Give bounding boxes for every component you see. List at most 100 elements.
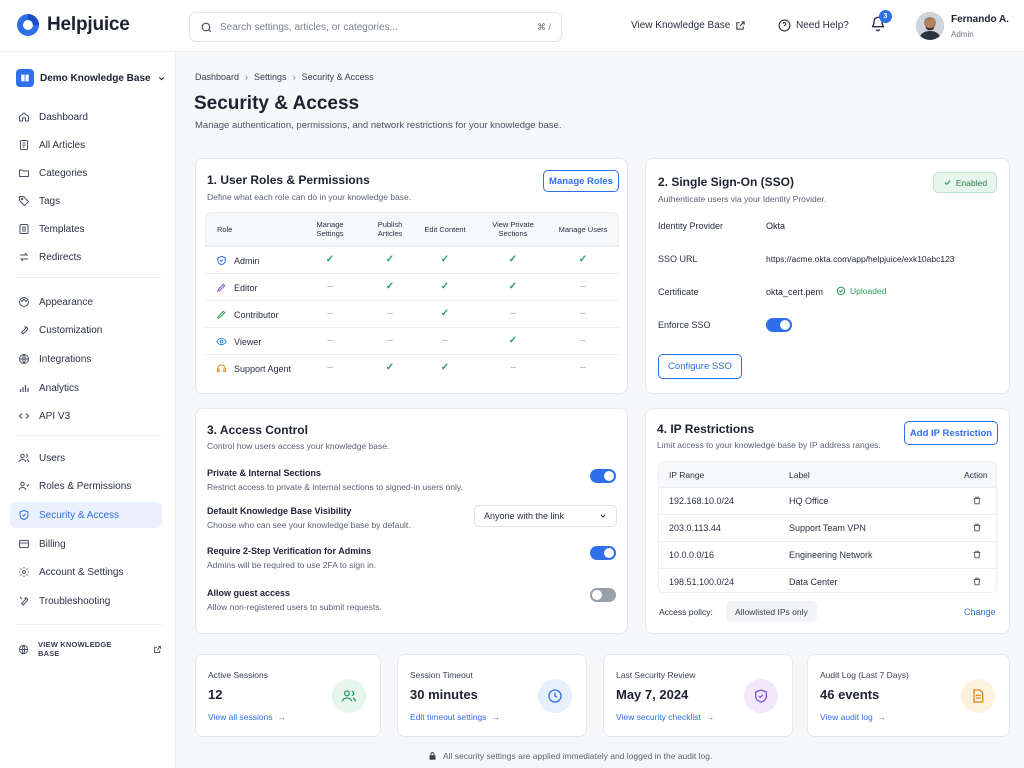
kb-selector[interactable]: Demo Knowledge Base	[16, 69, 166, 87]
analytics-icon	[18, 382, 30, 394]
view-security-checklist-link[interactable]: View security checklist →	[616, 712, 714, 722]
access-policy-label: Access policy:	[659, 607, 713, 617]
sidebar-item-redirects[interactable]: Redirects	[10, 244, 162, 270]
table-row: 198.51.100.0/24 Data Center	[659, 568, 996, 592]
breadcrumb: Dashboard › Settings › Security & Access	[195, 72, 374, 82]
view-knowledge-base-link[interactable]: View Knowledge Base	[631, 20, 746, 31]
configure-sso-button[interactable]: Configure SSO	[658, 354, 742, 379]
stat-label: Last Security Review	[616, 670, 696, 680]
view-audit-log-link[interactable]: View audit log →	[820, 712, 886, 722]
guest-access-desc: Allow non-registered users to submit req…	[207, 602, 382, 612]
ip-range: 10.0.0.0/16	[669, 550, 715, 560]
sidebar-item-label: Appearance	[39, 296, 93, 308]
add-ip-restriction-button[interactable]: Add IP Restriction	[904, 421, 998, 445]
table-row: 192.168.10.0/24 HQ Office	[659, 487, 996, 514]
sidebar-item-analytics[interactable]: Analytics	[10, 375, 162, 401]
sidebar-item-label: Troubleshooting	[39, 595, 111, 607]
manage-roles-button[interactable]: Manage Roles	[543, 170, 619, 192]
arrow-right-icon: →	[877, 712, 887, 722]
search-bar[interactable]: ⌘ /	[189, 12, 562, 42]
sidebar-item-label: All Articles	[39, 139, 86, 151]
arrow-right-icon: →	[705, 712, 715, 722]
user-avatar[interactable]	[916, 12, 944, 40]
enforce-sso-toggle[interactable]	[766, 318, 792, 332]
permission-mark: –	[387, 308, 393, 319]
lock-icon	[428, 751, 437, 761]
code-icon	[18, 410, 30, 422]
sidebar-item-templates[interactable]: Templates	[10, 216, 162, 242]
permission-mark: –	[327, 308, 333, 319]
helpjuice-logo-icon	[16, 13, 40, 37]
sidebar-item-account-settings[interactable]: Account & Settings	[10, 559, 162, 585]
ip-restrictions-card: 4. IP Restrictions Limit access to your …	[645, 408, 1010, 634]
col-manage-settings: Manage Settings	[316, 220, 344, 238]
notifications-button[interactable]: 3	[870, 10, 892, 32]
app-logo[interactable]: Helpjuice	[16, 13, 130, 37]
private-sections-desc: Restrict access to private & internal se…	[207, 482, 463, 492]
sidebar-item-customization[interactable]: Customization	[10, 317, 162, 343]
trash-icon[interactable]	[972, 576, 982, 587]
permission-mark: ✓	[578, 254, 588, 265]
sidebar-item-categories[interactable]: Categories	[10, 160, 162, 186]
trash-icon[interactable]	[972, 549, 982, 560]
private-sections-toggle[interactable]	[590, 469, 616, 483]
col-edit-content: Edit Content	[424, 225, 466, 234]
role-cell: Contributor	[216, 301, 279, 328]
twofa-title: Require 2-Step Verification for Admins	[207, 546, 372, 556]
sidebar-item-appearance[interactable]: Appearance	[10, 289, 162, 315]
sidebar-item-label: Tags	[39, 195, 61, 207]
sidebar-item-dashboard[interactable]: Dashboard	[10, 104, 162, 130]
stat-label: Audit Log (Last 7 Days)	[820, 670, 909, 680]
permission-mark: ✓	[385, 281, 395, 292]
sidebar-item-security-access[interactable]: Security & Access	[10, 502, 162, 528]
view-kb-label: View Knowledge Base	[631, 20, 731, 31]
stat-value: 30 minutes	[410, 687, 478, 702]
breadcrumb-dashboard[interactable]: Dashboard	[195, 72, 239, 82]
stat-last-security-review: Last Security Review May 7, 2024 View se…	[603, 654, 793, 737]
book-icon	[16, 69, 34, 87]
col-view-private-sections: View Private Sections	[492, 220, 534, 238]
guest-access-toggle[interactable]	[590, 588, 616, 602]
sidebar-item-api-v3[interactable]: API V3	[10, 403, 162, 429]
twofa-toggle[interactable]	[590, 546, 616, 560]
sidebar-divider	[16, 624, 162, 625]
sidebar-item-integrations[interactable]: Integrations	[10, 346, 162, 372]
permission-mark: –	[510, 308, 516, 319]
footer-note-text: All security settings are applied immedi…	[443, 751, 713, 761]
home-icon	[18, 111, 30, 123]
sidebar: Demo Knowledge Base Dashboard All Articl…	[0, 52, 176, 768]
search-input[interactable]	[220, 21, 530, 33]
trash-icon[interactable]	[972, 495, 982, 506]
certificate-status: Uploaded	[836, 286, 886, 296]
sidebar-item-label: Customization	[39, 324, 103, 336]
need-help-link[interactable]: Need Help?	[778, 19, 849, 32]
edit-timeout-link[interactable]: Edit timeout settings →	[410, 712, 500, 722]
view-all-sessions-link[interactable]: View all sessions →	[208, 712, 286, 722]
sidebar-item-all-articles[interactable]: All Articles	[10, 132, 162, 158]
sidebar-view-knowledge-base[interactable]: VIEW KNOWLEDGE BASE	[10, 636, 162, 662]
user-name[interactable]: Fernando A.	[951, 14, 1009, 25]
stat-value: May 7, 2024	[616, 687, 689, 702]
stat-label: Active Sessions	[208, 670, 268, 680]
role-cell: Editor	[216, 274, 258, 301]
sso-url-value: https://acme.okta.com/app/helpjuice/exk1…	[766, 254, 955, 264]
ip-table: IP Range Label Action 192.168.10.0/24 HQ…	[658, 461, 997, 593]
sidebar-item-troubleshooting[interactable]: Troubleshooting	[10, 588, 162, 614]
stat-link-text: View audit log	[820, 712, 873, 722]
globe-icon	[18, 644, 29, 655]
sidebar-item-roles-permissions[interactable]: Roles & Permissions	[10, 473, 162, 499]
sidebar-item-billing[interactable]: Billing	[10, 531, 162, 557]
permission-mark: ✓	[508, 281, 518, 292]
trash-icon[interactable]	[972, 522, 982, 533]
stat-link-text: View all sessions	[208, 712, 273, 722]
change-policy-link[interactable]: Change	[964, 607, 996, 617]
visibility-select[interactable]: Anyone with the link	[474, 505, 617, 527]
role-name: Admin	[234, 255, 260, 266]
sidebar-item-users[interactable]: Users	[10, 445, 162, 471]
access-policy-value: Allowlisted IPs only	[726, 601, 817, 622]
arrow-right-icon: →	[491, 712, 501, 722]
redirect-icon	[18, 251, 30, 263]
sidebar-item-tags[interactable]: Tags	[10, 188, 162, 214]
breadcrumb-settings[interactable]: Settings	[254, 72, 287, 82]
page-title: Security & Access	[194, 93, 360, 114]
